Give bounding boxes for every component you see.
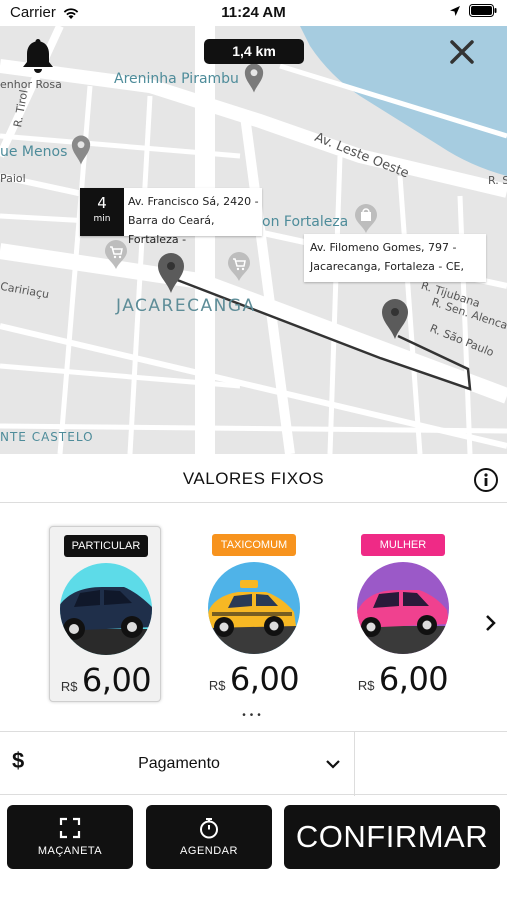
- category-badge: TAXICOMUM: [212, 534, 296, 556]
- origin-address-line2: Barra do Ceará, Fortaleza -: [128, 214, 215, 246]
- location-arrow-icon: [450, 5, 460, 16]
- price-currency: R$: [60, 679, 78, 694]
- dollar-icon: $: [12, 748, 25, 773]
- car-taxi-icon: [208, 562, 300, 654]
- eta-value: 4: [97, 194, 107, 212]
- category-card-mulher[interactable]: MULHER R$ 6,00: [347, 526, 459, 702]
- confirmar-button[interactable]: CONFIRMAR: [284, 805, 500, 869]
- poi-pin-icon: [71, 135, 91, 165]
- eta-box: 4 min: [80, 188, 124, 236]
- destination-pin-icon[interactable]: [381, 298, 409, 340]
- distance-badge: 1,4 km: [204, 39, 304, 64]
- price-value: 6,00: [229, 660, 300, 698]
- eta-unit: min: [93, 214, 111, 224]
- map-label-on-fortaleza: on Fortaleza: [262, 214, 349, 230]
- map-label-areninha: Areninha Pirambu: [114, 71, 239, 87]
- payment-label: Pagamento: [138, 755, 220, 772]
- divider: [354, 732, 355, 796]
- origin-address-line1: Av. Francisco Sá, 2420 -: [128, 195, 259, 208]
- macaneta-button[interactable]: MAÇANETA: [7, 805, 133, 869]
- map-label-ue-menos: ue Menos: [0, 144, 68, 160]
- car-pink-icon: [357, 562, 449, 654]
- confirmar-label: CONFIRMAR: [295, 819, 489, 854]
- stopwatch-icon: [200, 818, 218, 839]
- category-badge: MULHER: [361, 534, 445, 556]
- info-icon[interactable]: [473, 467, 499, 493]
- map-label-paiol: Paiol: [0, 172, 26, 185]
- poi-pin-icon: [244, 63, 264, 93]
- scan-frame-icon: [59, 817, 81, 839]
- shopping-cart-pin-icon: [228, 252, 250, 281]
- section-title: VALORES FIXOS: [0, 455, 507, 503]
- category-badge: PARTICULAR: [64, 535, 148, 557]
- agendar-label: AGENDAR: [180, 845, 238, 857]
- shopping-cart-pin-icon: [105, 240, 127, 269]
- clock: 11:24 AM: [221, 4, 286, 21]
- chevron-right-icon[interactable]: [483, 612, 499, 634]
- origin-callout[interactable]: 4 min Av. Francisco Sá, 2420 - Barra do …: [80, 188, 262, 246]
- category-card-particular[interactable]: PARTICULAR R$ 6,00: [49, 526, 161, 702]
- pager-dots: •••: [242, 710, 265, 721]
- map-label-monte-castelo: NTE CASTELO: [0, 430, 94, 444]
- chevron-down-icon[interactable]: [324, 756, 342, 772]
- price-currency: R$: [208, 678, 226, 693]
- macaneta-label: MAÇANETA: [37, 845, 103, 857]
- bell-icon[interactable]: [20, 36, 56, 76]
- price-currency: R$: [357, 678, 375, 693]
- destination-callout[interactable]: Av. Filomeno Gomes, 797 - Jacarecanga, F…: [304, 234, 486, 282]
- car-black-icon: [60, 563, 152, 655]
- category-card-taxicomum[interactable]: TAXICOMUM R$ 6,00: [198, 526, 310, 702]
- map-label-senhor-rosa: enhor Rosa: [0, 78, 62, 91]
- agendar-button[interactable]: AGENDAR: [146, 805, 272, 869]
- destination-address-line2: Jacarecanga, Fortaleza - CE,: [310, 260, 464, 273]
- price-value: 6,00: [378, 660, 449, 698]
- close-icon[interactable]: [446, 36, 478, 68]
- map-label-r-s: R. S: [488, 174, 507, 187]
- destination-address-line1: Av. Filomeno Gomes, 797 -: [310, 241, 457, 254]
- category-carousel[interactable]: PARTICULAR R$ 6,00 TAXICOMUM R$ 6,00 MUL…: [0, 504, 507, 724]
- status-bar: Carrier 11:24 AM: [0, 0, 507, 26]
- price-value: 6,00: [81, 661, 152, 699]
- payment-selector[interactable]: $ Pagamento: [0, 731, 507, 796]
- battery-icon: [469, 4, 497, 17]
- map-label-jacarecanga: JACARECANGA: [116, 296, 256, 316]
- origin-pin-icon[interactable]: [157, 252, 185, 294]
- route-map[interactable]: Areninha Pirambu enhor Rosa R. Tirol ue …: [0, 26, 507, 454]
- shopping-bag-pin-icon: [355, 204, 377, 233]
